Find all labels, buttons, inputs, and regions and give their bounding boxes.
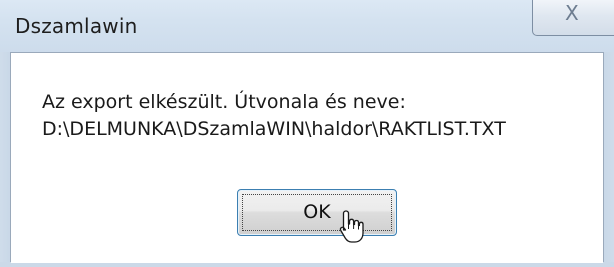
- title-bar[interactable]: Dszamlawin X: [0, 0, 614, 52]
- close-button[interactable]: X: [532, 0, 614, 36]
- close-icon: X: [565, 1, 579, 25]
- window-title: Dszamlawin: [15, 14, 138, 38]
- dialog-message: Az export elkészült. Útvonala és neve: D…: [42, 89, 506, 143]
- ok-button-label: OK: [303, 201, 331, 223]
- message-dialog: Dszamlawin X Az export elkészült. Útvona…: [0, 0, 614, 267]
- button-area: OK: [11, 165, 603, 263]
- dialog-content: Az export elkészült. Útvonala és neve: D…: [10, 52, 604, 263]
- ok-button[interactable]: OK: [237, 189, 397, 236]
- message-line-2: D:\DELMUNKA\DSzamlaWIN\haldor\RAKTLIST.T…: [42, 118, 506, 140]
- hand-pointer-icon: [339, 210, 364, 243]
- window-frame-right: [604, 52, 614, 267]
- message-line-1: Az export elkészült. Útvonala és neve:: [42, 91, 406, 113]
- window-frame-left: [0, 52, 10, 267]
